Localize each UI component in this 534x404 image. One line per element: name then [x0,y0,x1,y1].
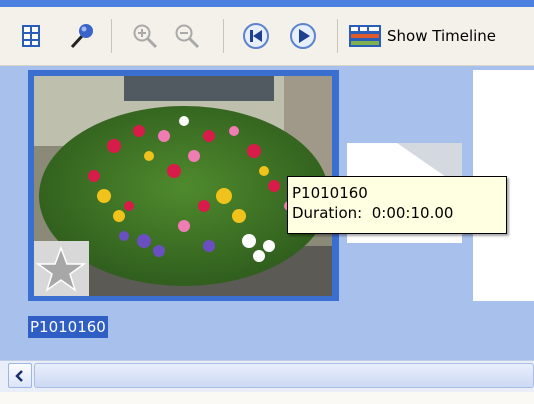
narrate-timeline-button[interactable] [66,20,98,52]
timeline-icon [349,25,381,47]
show-timeline-button[interactable]: Show Timeline [348,20,530,52]
zoom-in-button[interactable] [130,20,160,52]
scrollbar-thumb[interactable] [34,363,534,388]
clip-name-label[interactable]: P1010160 [28,316,108,338]
toolbar-separator [223,19,224,53]
bottom-strip [0,392,534,404]
storyboard-toolbar: Show Timeline [0,7,534,66]
zoom-out-button[interactable] [172,20,202,52]
clip-tooltip: P1010160 Duration: 0:00:10.00 [287,176,507,234]
zoom-out-icon [175,24,200,49]
tooltip-duration: Duration: 0:00:10.00 [292,204,454,222]
horizontal-scrollbar[interactable] [0,360,534,393]
scroll-left-button[interactable] [8,363,32,388]
chevron-left-icon [15,369,23,382]
narrate-microphone-icon [70,24,93,49]
toolbar-separator [111,19,112,53]
storyboard-button[interactable] [18,20,44,52]
window-top-border [0,0,534,7]
rewind-button[interactable] [240,20,272,52]
show-timeline-label: Show Timeline [387,27,497,45]
storyboard-icon [22,25,40,47]
tooltip-clip-name: P1010160 [292,184,368,202]
zoom-in-icon [133,24,158,49]
toolbar-separator [337,19,338,53]
rewind-icon [243,23,269,49]
play-icon [290,23,316,49]
play-button[interactable] [287,20,319,52]
